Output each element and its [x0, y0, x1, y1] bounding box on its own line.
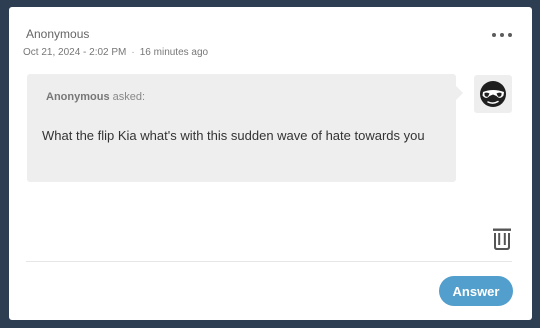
- sunglasses-avatar-icon: [480, 81, 506, 107]
- question-bubble: Anonymous asked: What the flip Kia what'…: [27, 74, 463, 182]
- question-text: What the flip Kia what's with this sudde…: [42, 128, 425, 143]
- asked-line: Anonymous asked:: [46, 91, 145, 103]
- asker-avatar[interactable]: [474, 75, 512, 113]
- ask-card: Anonymous Oct 21, 2024 - 2:02 PM · 16 minu…: [9, 7, 532, 320]
- post-author: Anonymous: [26, 27, 90, 41]
- post-relative-time: 16 minutes ago: [139, 47, 209, 58]
- post-meta: Oct 21, 2024 - 2:02 PM · 16 minutes ago: [23, 47, 208, 58]
- asked-label: asked:: [112, 91, 146, 103]
- trash-icon[interactable]: [491, 227, 513, 251]
- asker-name[interactable]: Anonymous: [46, 91, 110, 103]
- trash-icon-graphic: [493, 228, 511, 250]
- more-options-icon[interactable]: [492, 30, 512, 40]
- meta-separator: ·: [131, 47, 135, 58]
- answer-button[interactable]: Answer: [439, 276, 513, 306]
- divider: [26, 261, 512, 262]
- post-date: Oct 21, 2024 - 2:02 PM: [23, 47, 127, 58]
